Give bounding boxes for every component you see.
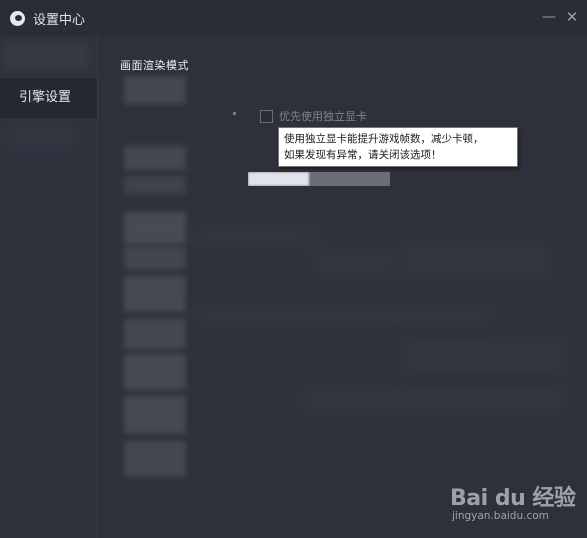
watermark-url: jingyan.baidu.com bbox=[452, 510, 549, 522]
dedicated-gpu-label[interactable]: 优先使用独立显卡 bbox=[279, 108, 367, 124]
sidebar-item-engine-settings[interactable]: 引擎设置 bbox=[0, 78, 97, 118]
sidebar: 引擎设置 bbox=[0, 36, 98, 538]
render-slider[interactable] bbox=[248, 172, 390, 186]
section-title: 画面渲染模式 bbox=[120, 59, 189, 72]
watermark-logo-text: Bai du 经验 bbox=[450, 486, 576, 511]
tooltip: 使用独立显卡能提升游戏帧数，减少卡顿， 如果发现有异常，请关闭该选项！ bbox=[278, 127, 518, 167]
blurred-region bbox=[399, 336, 569, 376]
watermark-logo: Bai du 经验 bbox=[450, 480, 576, 512]
dot-mark bbox=[233, 112, 236, 115]
settings-content: 画面渲染模式 优先使用独立显卡 使用独立显卡能提升游戏帧数，减少卡顿， 如果发现… bbox=[99, 36, 587, 538]
blurred-region bbox=[124, 246, 186, 270]
blurred-region bbox=[124, 396, 186, 434]
baidu-watermark: Bai du 经验 jingyan.baidu.com bbox=[450, 480, 580, 530]
blurred-region bbox=[124, 441, 186, 477]
blurred-region bbox=[6, 126, 76, 146]
blurred-region bbox=[4, 42, 88, 70]
tooltip-line: 如果发现有异常，请关闭该选项！ bbox=[284, 149, 442, 161]
minimize-icon[interactable]: — bbox=[541, 9, 557, 25]
blurred-region bbox=[299, 386, 569, 412]
sidebar-item-label: 引擎设置 bbox=[19, 90, 72, 105]
blurred-region bbox=[124, 146, 186, 170]
dedicated-gpu-option[interactable]: 优先使用独立显卡 bbox=[260, 108, 367, 124]
blurred-region bbox=[399, 241, 549, 281]
close-icon[interactable]: ✕ bbox=[564, 9, 580, 25]
blurred-region bbox=[124, 212, 186, 244]
blurred-region bbox=[124, 176, 186, 194]
blurred-region bbox=[124, 319, 186, 349]
blurred-region bbox=[194, 304, 494, 326]
tooltip-line: 使用独立显卡能提升游戏帧数，减少卡顿， bbox=[284, 133, 484, 145]
blurred-region bbox=[194, 226, 324, 248]
blurred-region bbox=[124, 276, 186, 312]
blurred-region bbox=[124, 354, 186, 390]
title-bar: 设置中心 — ✕ bbox=[0, 0, 587, 36]
blurred-region bbox=[124, 76, 186, 104]
slider-fill bbox=[248, 172, 310, 186]
app-logo-icon bbox=[10, 10, 25, 26]
blurred-region bbox=[309, 246, 399, 276]
dedicated-gpu-checkbox[interactable] bbox=[260, 109, 273, 123]
window-title: 设置中心 bbox=[33, 12, 86, 28]
settings-window: 设置中心 — ✕ 引擎设置 画面渲染模式 优先使用独立显卡 使用独立显卡能提升游… bbox=[0, 0, 587, 538]
